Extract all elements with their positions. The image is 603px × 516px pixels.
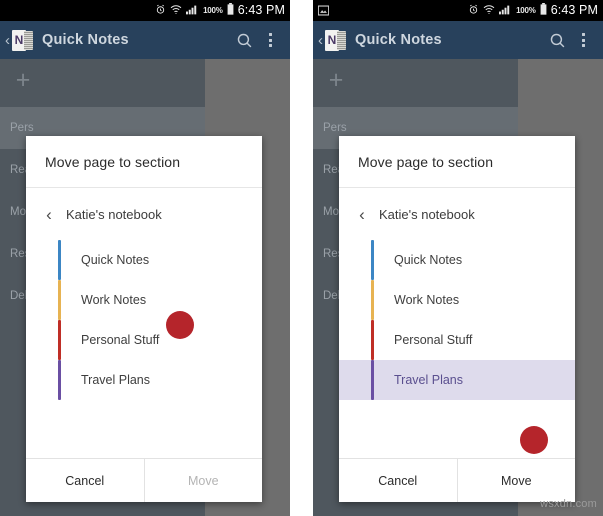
section-row-personal-stuff[interactable]: Personal Stuff: [26, 320, 262, 360]
search-icon[interactable]: [229, 32, 259, 49]
dimmed-app-background-right: + Pers Rea Mov Res Del Move page to sect…: [313, 59, 603, 516]
section-color-bar: [371, 320, 374, 360]
signal-bars-icon: [499, 2, 512, 20]
dialog-spacer: [26, 400, 262, 458]
section-label: Personal Stuff: [81, 333, 160, 347]
section-color-bar: [371, 280, 374, 320]
section-row-work-notes[interactable]: Work Notes: [26, 280, 262, 320]
onenote-logo-pages: [337, 30, 346, 50]
clock-label: 6:43 PM: [237, 3, 285, 18]
section-label: Work Notes: [394, 293, 460, 307]
section-label: Personal Stuff: [394, 333, 473, 347]
overflow-dot: [268, 44, 272, 47]
section-row-quick-notes[interactable]: Quick Notes: [26, 240, 262, 280]
battery-full-icon: [227, 2, 234, 20]
search-icon[interactable]: [542, 32, 572, 49]
battery-full-icon: [540, 2, 547, 20]
watermark: wsxdn.com: [540, 498, 597, 510]
section-color-bar: [58, 360, 61, 400]
section-row-quick-notes[interactable]: Quick Notes: [339, 240, 575, 280]
section-color-bar: [371, 240, 374, 280]
section-color-bar: [371, 360, 374, 400]
section-row-personal-stuff[interactable]: Personal Stuff: [339, 320, 575, 360]
overflow-menu-icon[interactable]: [259, 33, 281, 47]
move-page-dialog: Move page to section ‹ Katie's notebook …: [26, 136, 262, 502]
background-menu-item-label: Pers: [323, 122, 347, 134]
section-label: Quick Notes: [394, 253, 463, 267]
dialog-title: Move page to section: [339, 136, 575, 188]
alarm-clock-icon: [155, 2, 166, 20]
dimmed-app-background-left: + Pers Rea Mov Res Del Move page to sect…: [0, 59, 290, 516]
section-color-bar: [58, 280, 61, 320]
back-chevron-icon[interactable]: ‹: [5, 33, 10, 48]
battery-percent-label: 100%: [516, 5, 536, 15]
dialog-title: Move page to section: [26, 136, 262, 188]
overflow-dot: [581, 38, 585, 42]
overflow-menu-icon[interactable]: [572, 33, 594, 47]
chevron-left-icon[interactable]: ‹: [38, 206, 60, 223]
chevron-left-icon[interactable]: ‹: [351, 206, 373, 223]
notebook-name-label: Katie's notebook: [66, 206, 162, 222]
screenshot-stage: 100% 6:43 PM ‹ N Quick Notes + Pers Rea …: [0, 0, 603, 516]
overflow-dot: [581, 33, 585, 36]
onenote-logo-pages: [24, 30, 33, 50]
section-label: Work Notes: [81, 293, 147, 307]
section-row-travel-plans[interactable]: Travel Plans: [339, 360, 575, 400]
tap-indicator: [166, 311, 194, 339]
section-row-travel-plans[interactable]: Travel Plans: [26, 360, 262, 400]
alarm-clock-icon: [468, 2, 479, 20]
background-menu-item-label: Pers: [10, 122, 34, 134]
phone-panel-right: 100% 6:43 PM ‹ N Quick Notes + Pers Rea …: [313, 0, 603, 516]
notebook-breadcrumb[interactable]: ‹ Katie's notebook: [26, 188, 262, 240]
dialog-actions: Cancel Move: [339, 458, 575, 502]
section-list: Quick Notes Work Notes Personal Stuff Tr…: [26, 240, 262, 400]
section-list: Quick Notes Work Notes Personal Stuff Tr…: [339, 240, 575, 400]
panel-gutter: [290, 0, 313, 516]
app-bar-title: Quick Notes: [42, 32, 129, 48]
app-bar-right: ‹ N Quick Notes: [313, 21, 603, 59]
section-label: Quick Notes: [81, 253, 150, 267]
section-color-bar: [58, 320, 61, 360]
clock-label: 6:43 PM: [550, 3, 598, 18]
signal-bars-icon: [186, 2, 199, 20]
wifi-icon: [483, 2, 495, 20]
status-bar-left: 100% 6:43 PM: [0, 0, 290, 21]
overflow-dot: [581, 44, 585, 47]
battery-percent-label: 100%: [203, 5, 223, 15]
background-menu-item-label: Del: [10, 290, 28, 302]
section-row-work-notes[interactable]: Work Notes: [339, 280, 575, 320]
app-bar-title: Quick Notes: [355, 32, 442, 48]
back-chevron-icon[interactable]: ‹: [318, 33, 323, 48]
onenote-logo-icon: N: [325, 29, 346, 51]
app-bar-left: ‹ N Quick Notes: [0, 21, 290, 59]
section-color-bar: [58, 240, 61, 280]
notebook-name-label: Katie's notebook: [379, 206, 475, 222]
tap-indicator: [520, 426, 548, 454]
image-notification-icon: [318, 0, 329, 21]
plus-icon[interactable]: +: [10, 67, 36, 93]
background-menu-item-label: Del: [323, 290, 341, 302]
cancel-button[interactable]: Cancel: [339, 459, 458, 502]
move-button: Move: [144, 459, 262, 502]
plus-icon[interactable]: +: [323, 67, 349, 93]
section-label: Travel Plans: [394, 373, 464, 387]
wifi-icon: [170, 2, 182, 20]
notebook-breadcrumb[interactable]: ‹ Katie's notebook: [339, 188, 575, 240]
status-bar-right: 100% 6:43 PM: [313, 0, 603, 21]
cancel-button[interactable]: Cancel: [26, 459, 145, 502]
overflow-dot: [268, 33, 272, 36]
overflow-dot: [268, 38, 272, 42]
phone-panel-left: 100% 6:43 PM ‹ N Quick Notes + Pers Rea …: [0, 0, 290, 516]
move-button[interactable]: Move: [457, 459, 575, 502]
section-label: Travel Plans: [81, 373, 151, 387]
dialog-actions: Cancel Move: [26, 458, 262, 502]
onenote-logo-icon: N: [12, 29, 33, 51]
